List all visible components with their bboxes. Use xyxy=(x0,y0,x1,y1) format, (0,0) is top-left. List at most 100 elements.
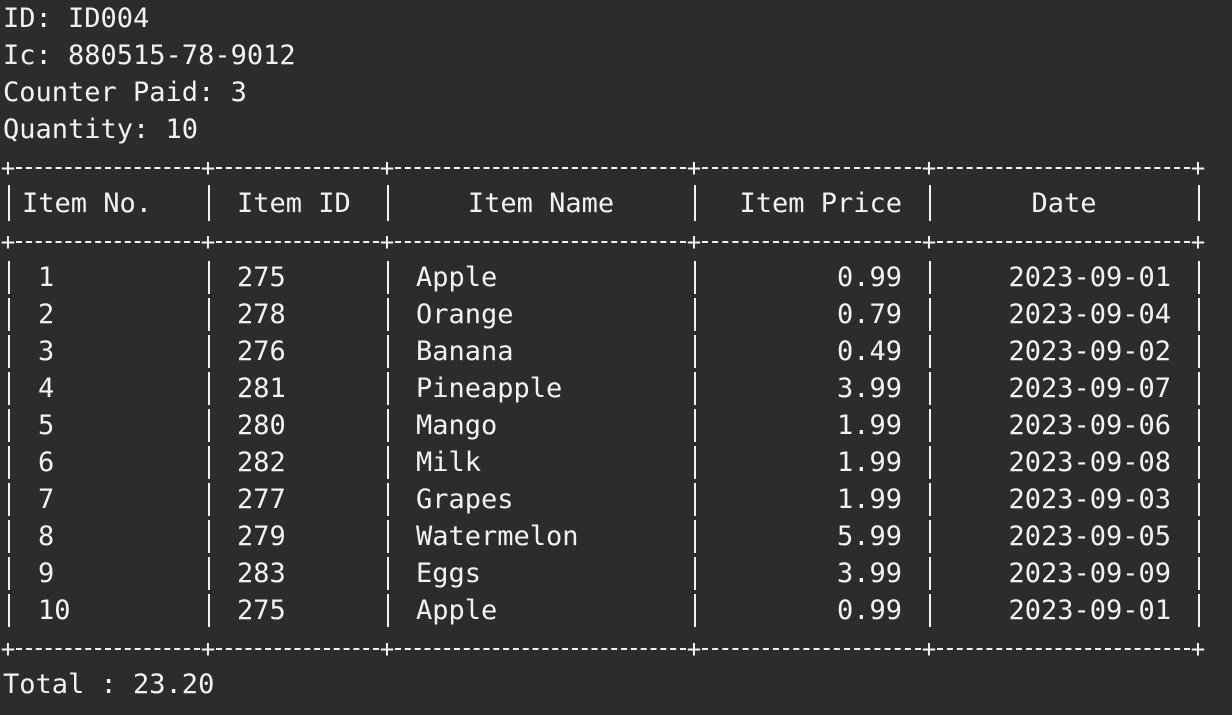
row-column-separator xyxy=(1198,520,1200,553)
row-column-separator xyxy=(929,594,931,627)
table-cell-date: 2023-09-05 xyxy=(1008,521,1171,552)
row-column-separator xyxy=(387,483,389,516)
table-cell-no: 8 xyxy=(38,521,55,552)
row-column-separator xyxy=(694,335,696,368)
row-column-separator xyxy=(694,372,696,405)
row-column-separator xyxy=(208,409,210,442)
row-column-separator xyxy=(208,446,210,479)
table-cell-id: 275 xyxy=(237,595,286,626)
customer-ic-line: Ic: 880515-78-9012 xyxy=(3,40,296,71)
table-cell-id: 278 xyxy=(237,299,286,330)
terminal-output: ID: ID004 Ic: 880515-78-9012 Counter Pai… xyxy=(0,0,1232,715)
row-column-separator xyxy=(929,372,931,405)
table-cell-id: 276 xyxy=(237,336,286,367)
row-column-separator xyxy=(387,446,389,479)
row-column-separator xyxy=(387,520,389,553)
row-column-separator xyxy=(929,520,931,553)
row-column-separator xyxy=(929,446,931,479)
row-column-separator xyxy=(929,409,931,442)
row-column-separator xyxy=(387,594,389,627)
row-column-separator xyxy=(1198,409,1200,442)
column-header: Item Name xyxy=(467,188,615,219)
header-column-separator xyxy=(1198,185,1200,221)
table-cell-date: 2023-09-04 xyxy=(1008,299,1171,330)
header-column-separator xyxy=(694,185,696,221)
row-column-separator xyxy=(387,261,389,294)
column-header: Item Price xyxy=(739,188,902,219)
row-column-separator xyxy=(694,483,696,516)
table-cell-id: 275 xyxy=(237,262,286,293)
table-cell-date: 2023-09-09 xyxy=(1008,558,1171,589)
row-column-separator xyxy=(8,372,10,405)
row-column-separator xyxy=(387,335,389,368)
table-cell-id: 281 xyxy=(237,373,286,404)
table-cell-name: Apple xyxy=(416,595,498,626)
row-column-separator xyxy=(208,261,210,294)
table-cell-date: 2023-09-01 xyxy=(1008,262,1171,293)
row-column-separator xyxy=(694,557,696,590)
row-column-separator xyxy=(8,557,10,590)
row-column-separator xyxy=(694,298,696,331)
table-cell-no: 10 xyxy=(38,595,71,626)
row-column-separator xyxy=(208,594,210,627)
row-column-separator xyxy=(1198,372,1200,405)
table-cell-name: Banana xyxy=(416,336,514,367)
row-column-separator xyxy=(1198,483,1200,516)
column-header: Item No. xyxy=(22,188,153,219)
column-header: Date xyxy=(1031,188,1097,219)
table-cell-date: 2023-09-02 xyxy=(1008,336,1171,367)
row-column-separator xyxy=(1198,446,1200,479)
table-cell-name: Apple xyxy=(416,262,498,293)
table-header-separator: + + + + + + xyxy=(0,228,1206,256)
row-column-separator xyxy=(929,557,931,590)
table-cell-price: 0.99 xyxy=(836,262,902,293)
table-cell-date: 2023-09-08 xyxy=(1008,447,1171,478)
row-column-separator xyxy=(8,594,10,627)
row-column-separator xyxy=(208,557,210,590)
row-column-separator xyxy=(694,446,696,479)
header-column-separator xyxy=(8,185,10,221)
table-cell-name: Eggs xyxy=(416,558,482,589)
table-cell-price: 0.79 xyxy=(836,299,902,330)
table-cell-id: 283 xyxy=(237,558,286,589)
table-cell-no: 6 xyxy=(38,447,55,478)
table-cell-date: 2023-09-07 xyxy=(1008,373,1171,404)
table-cell-no: 5 xyxy=(38,410,55,441)
customer-id-line: ID: ID004 xyxy=(3,3,150,34)
row-column-separator xyxy=(387,409,389,442)
table-cell-no: 1 xyxy=(38,262,55,293)
row-column-separator xyxy=(8,446,10,479)
row-column-separator xyxy=(208,298,210,331)
table-cell-date: 2023-09-01 xyxy=(1008,595,1171,626)
table-cell-no: 2 xyxy=(38,299,55,330)
row-column-separator xyxy=(1198,557,1200,590)
row-column-separator xyxy=(929,335,931,368)
table-cell-price: 1.99 xyxy=(836,484,902,515)
table-cell-price: 0.49 xyxy=(836,336,902,367)
row-column-separator xyxy=(694,409,696,442)
row-column-separator xyxy=(208,483,210,516)
row-column-separator xyxy=(8,335,10,368)
table-cell-name: Pineapple xyxy=(416,373,563,404)
row-column-separator xyxy=(694,520,696,553)
row-column-separator xyxy=(8,261,10,294)
table-cell-name: Watermelon xyxy=(416,521,579,552)
table-cell-name: Mango xyxy=(416,410,498,441)
quantity-line: Quantity: 10 xyxy=(3,114,199,145)
column-header: Item ID xyxy=(237,188,351,219)
row-column-separator xyxy=(1198,335,1200,368)
row-column-separator xyxy=(208,520,210,553)
row-column-separator xyxy=(208,335,210,368)
row-column-separator xyxy=(1198,261,1200,294)
table-cell-no: 9 xyxy=(38,558,55,589)
header-column-separator xyxy=(929,185,931,221)
row-column-separator xyxy=(208,372,210,405)
table-bottom-border: + + + + + + xyxy=(0,635,1206,663)
row-column-separator xyxy=(8,520,10,553)
total-line: Total : 23.20 xyxy=(3,669,215,700)
table-cell-price: 0.99 xyxy=(836,595,902,626)
table-cell-name: Orange xyxy=(416,299,514,330)
table-cell-id: 280 xyxy=(237,410,286,441)
counter-paid-line: Counter Paid: 3 xyxy=(3,77,247,108)
row-column-separator xyxy=(929,298,931,331)
